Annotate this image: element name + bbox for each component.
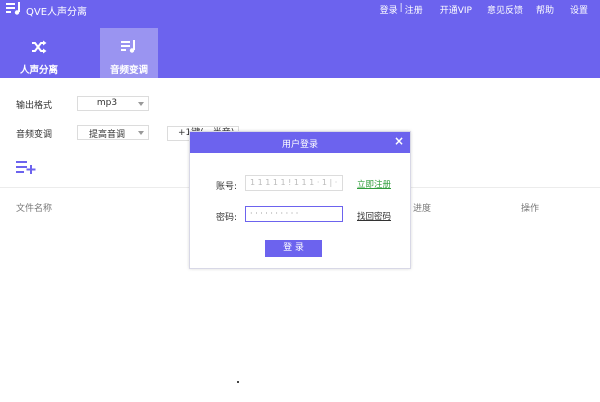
top-menu: 登录 | 注册 开通VIP 意见反馈 帮助 设置: [380, 3, 600, 17]
output-format-select[interactable]: mp3: [77, 96, 149, 111]
tab-label: 音频变调: [109, 65, 148, 76]
register-link-dialog[interactable]: 立即注册: [357, 178, 391, 190]
tab-vocal-separation[interactable]: 人声分离: [10, 28, 68, 78]
dialog-header: 用户登录 ×: [190, 132, 410, 153]
column-action: 操作: [521, 204, 540, 214]
pitch-label: 音频变调: [16, 130, 53, 140]
login-button[interactable]: 登 录: [265, 240, 322, 257]
app-header: QVE人声分离 登录 | 注册 开通VIP 意见反馈 帮助 设置 人声分离 音频…: [0, 0, 600, 78]
vip-link[interactable]: 开通VIP: [440, 3, 472, 17]
password-field[interactable]: · · · · · · · · · ·: [245, 206, 343, 222]
title-bar: QVE人声分离 登录 | 注册 开通VIP 意见反馈 帮助 设置: [0, 0, 600, 18]
pitch-mode-value: 提高音调: [88, 130, 125, 140]
column-file-name: 文件名称: [16, 204, 53, 214]
password-label: 密码:: [216, 213, 238, 223]
add-files-icon[interactable]: [16, 160, 36, 174]
register-link[interactable]: 注册: [405, 3, 423, 17]
help-link[interactable]: 帮助: [536, 3, 554, 17]
close-icon[interactable]: ×: [394, 134, 404, 148]
dialog-title: 用户登录: [281, 140, 318, 150]
chevron-down-icon: [138, 102, 144, 106]
music-list-icon: [121, 40, 135, 53]
forgot-password-link[interactable]: 找回密码: [357, 210, 391, 222]
output-format-value: mp3: [96, 98, 118, 108]
settings-link[interactable]: 设置: [570, 3, 588, 17]
column-progress: 进度: [413, 204, 432, 214]
stray-dot: [237, 381, 239, 383]
feedback-link[interactable]: 意见反馈: [487, 3, 523, 17]
shuffle-icon: [32, 40, 47, 54]
pitch-mode-select[interactable]: 提高音调: [77, 125, 149, 140]
account-field[interactable]: 1 1 1 1 1 ! 1 1 1 · 1 | ·: [245, 175, 343, 191]
app-logo-icon: [6, 2, 20, 15]
chevron-down-icon: [138, 131, 144, 135]
account-label: 账号:: [216, 182, 238, 192]
login-link[interactable]: 登录: [380, 3, 398, 17]
login-dialog: 用户登录 × 账号: 1 1 1 1 1 ! 1 1 1 · 1 | · 立即注…: [189, 131, 411, 269]
app-title: QVE人声分离: [26, 7, 88, 18]
tab-pitch-shift[interactable]: 音频变调: [100, 28, 158, 78]
menu-separator: |: [399, 3, 403, 13]
tab-label: 人声分离: [19, 65, 58, 76]
output-format-label: 输出格式: [16, 101, 53, 111]
